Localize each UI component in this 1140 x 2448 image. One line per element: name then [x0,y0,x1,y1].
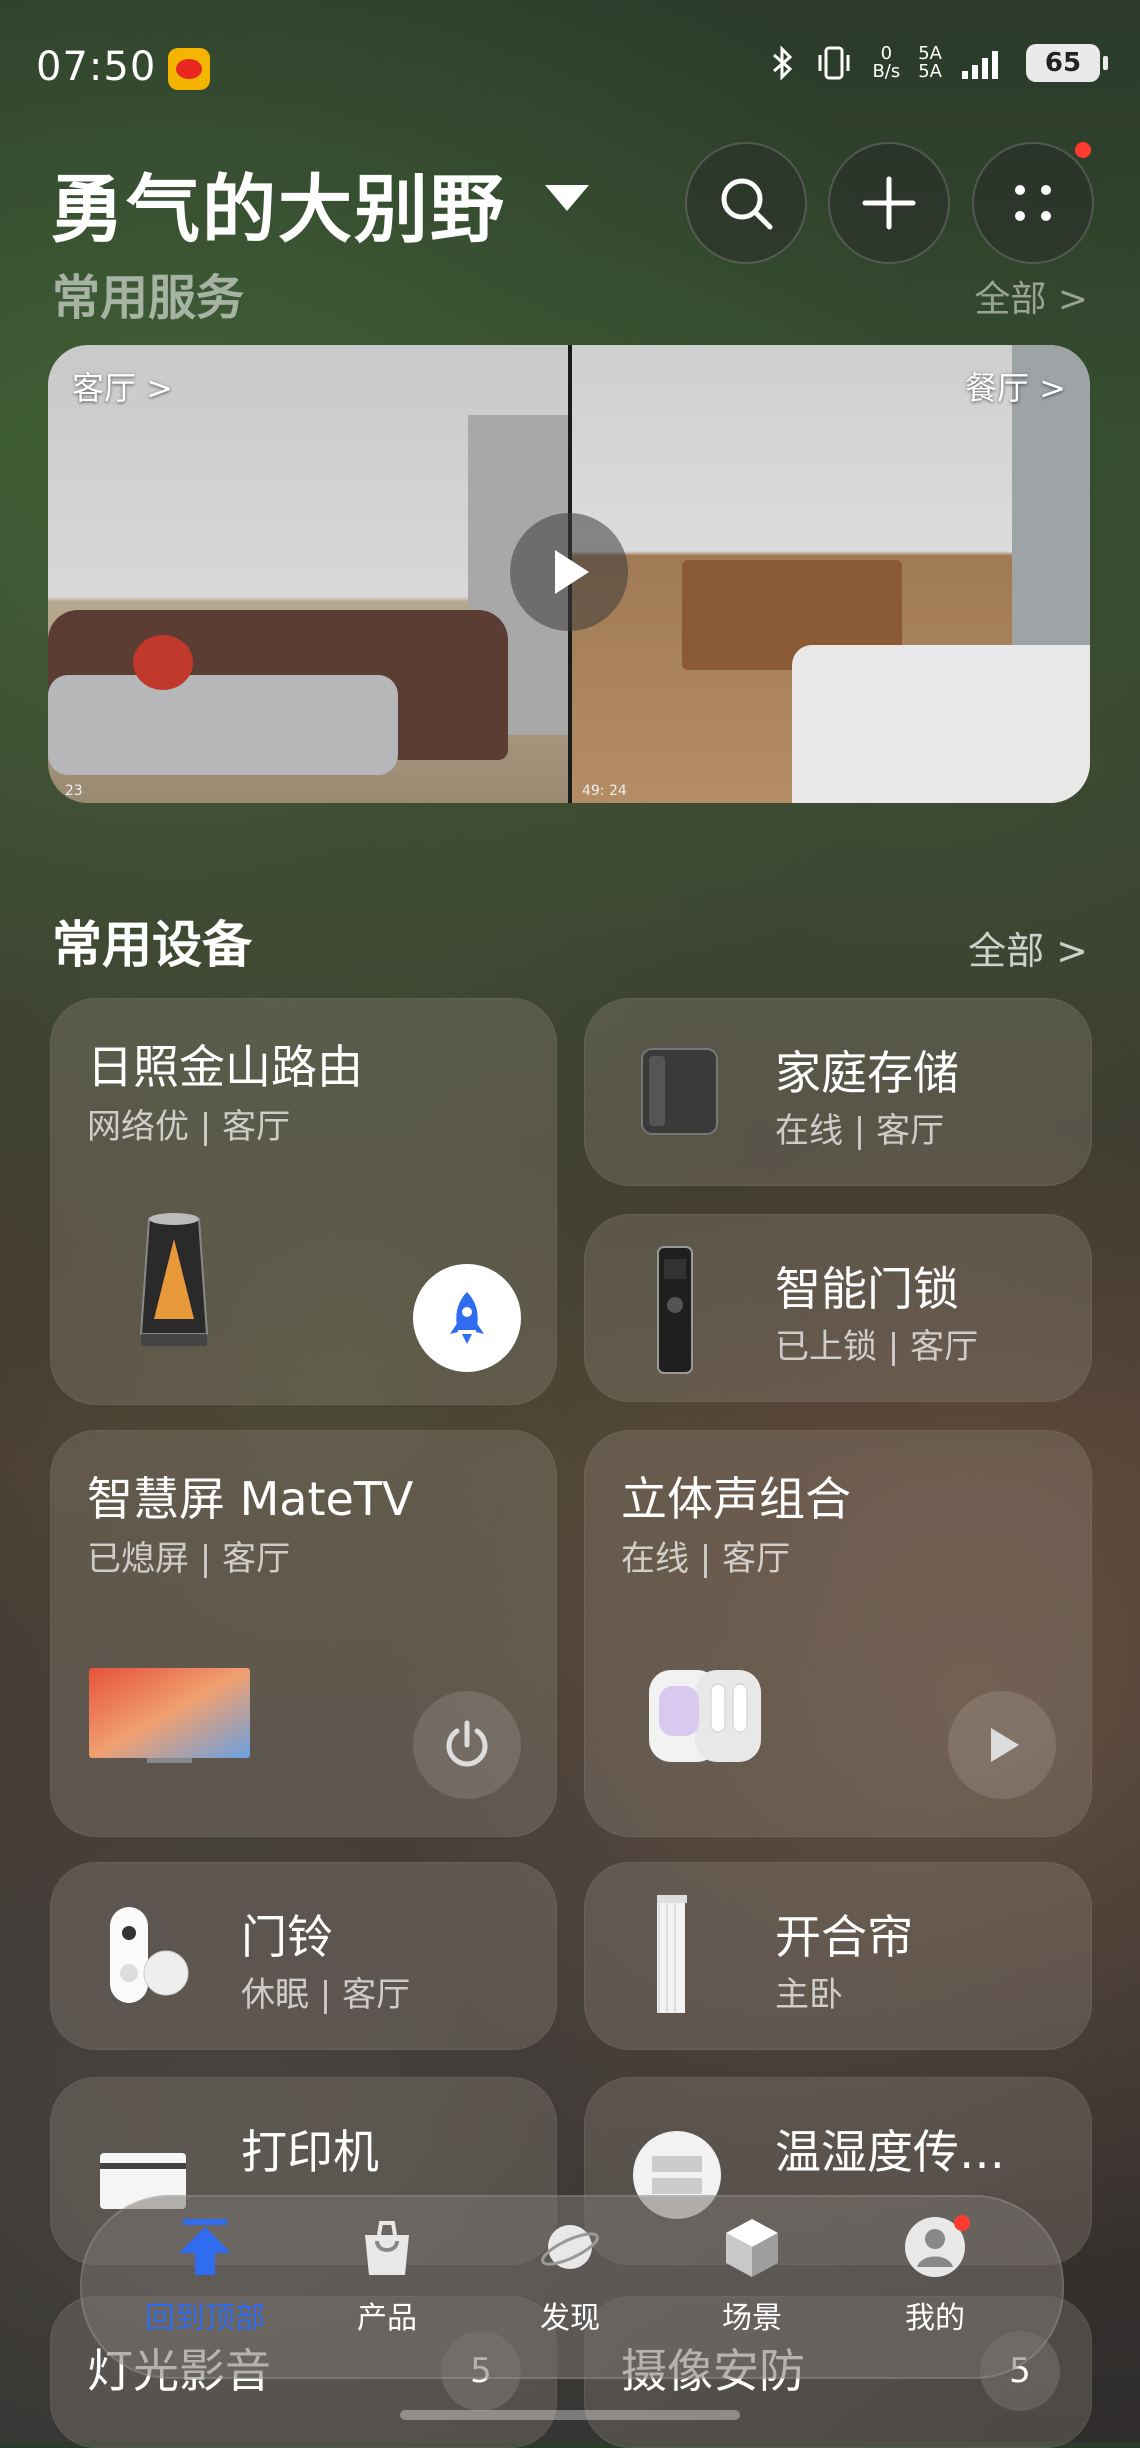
play-button[interactable] [510,513,628,631]
device-name: 温湿度传… [775,2125,1005,2179]
device-name: 智能门锁 [775,1262,959,1316]
device-card-curtain[interactable]: 开合帘 主卧 [584,1862,1092,2050]
device-name: 立体声组合 [621,1472,851,1526]
device-status: 在线 | 客厅 [621,1539,791,1579]
nav-me[interactable]: 我的 [855,2215,1015,2337]
plus-icon [862,176,916,230]
speaker-icon [649,1670,761,1762]
doorbell-icon [110,1907,189,2003]
camera-feed-dining-room[interactable]: 餐厅 > 49: 24 [572,345,1090,803]
device-card-lock[interactable]: 智能门锁 已上锁 | 客厅 [584,1214,1092,1402]
play-icon [555,550,589,594]
signal-labels: 5A 5A [918,43,942,82]
camera-preview[interactable]: 客厅 > . 23 餐厅 > 49: 24 [48,345,1090,803]
search-icon [721,178,773,230]
nav-products[interactable]: 产品 [307,2215,467,2337]
devices-title: 常用设备 [52,916,252,974]
grid-dots-icon [1015,185,1051,221]
device-card-doorbell[interactable]: 门铃 休眠 | 客厅 [50,1862,557,2050]
door-lock-icon [657,1246,693,1374]
nav-me-badge [954,2215,970,2231]
device-name: 家庭存储 [775,1046,959,1100]
play-icon [991,1728,1019,1762]
signal-icon [962,51,998,79]
router-lamp-icon [139,1213,209,1346]
device-card-stereo[interactable]: 立体声组合 在线 | 客厅 [584,1430,1092,1837]
weibo-icon [168,48,210,90]
camera-room-label[interactable]: 餐厅 > [965,363,1066,409]
stereo-play-button[interactable] [948,1691,1056,1799]
clock: 07:50 [36,44,157,90]
shopping-bag-icon [365,2221,409,2275]
status-icons: 0 B/s 5A 5A 65 [770,43,1108,82]
home-indicator[interactable] [400,2410,740,2420]
planet-icon [541,2225,599,2269]
device-status: 已熄屏 | 客厅 [87,1539,291,1579]
device-name: 门铃 [241,1910,333,1964]
devices-all-link[interactable]: 全部 > [968,920,1088,975]
status-bar: 07:50 0 B/s 5A 5A 65 [0,0,1140,140]
nav-back-to-top[interactable]: 回到顶部 [125,2215,285,2337]
device-name: 智慧屏 MateTV [87,1472,414,1526]
add-button[interactable] [828,142,950,264]
device-card-storage[interactable]: 家庭存储 在线 | 客厅 [584,998,1092,1186]
power-icon [446,1720,488,1767]
scene-table [792,645,1090,803]
device-name: 日照金山路由 [87,1040,363,1094]
camera-feed-living-room[interactable]: 客厅 > . 23 [48,345,568,803]
battery-icon: 65 [1026,44,1108,82]
net-speed: 0 B/s [872,43,901,82]
camera-timestamp: . 23 [56,783,83,799]
scene-pillow [133,635,193,690]
services-all-link[interactable]: 全部 > [974,270,1088,322]
home-selector-title[interactable]: 勇气的大别野 [50,150,506,257]
nav-scenes[interactable]: 场景 [672,2215,832,2337]
services-title: 常用服务 [52,270,245,326]
device-name: 打印机 [241,2125,379,2179]
camera-timestamp: 49: 24 [582,783,627,799]
notification-badge [1075,142,1091,158]
device-status: 在线 | 客厅 [775,1111,945,1151]
bottom-nav: 回到顶部 产品 发现 场景 我的 [80,2195,1064,2379]
device-status: 已上锁 | 客厅 [775,1327,979,1367]
camera-room-label[interactable]: 客厅 > [72,363,173,409]
scene-blanket [48,675,398,775]
nas-device-icon [641,1048,718,1135]
search-button[interactable] [685,142,807,264]
device-status: 主卧 [775,1975,843,2015]
rocket-icon [450,1292,484,1344]
device-name: 开合帘 [775,1910,913,1964]
more-button[interactable] [972,142,1094,264]
device-card-tv[interactable]: 智慧屏 MateTV 已熄屏 | 客厅 [50,1430,557,1837]
device-card-router[interactable]: 日照金山路由 网络优 | 客厅 [50,998,557,1405]
arrow-up-icon [179,2219,231,2275]
vibrate-icon [818,46,850,80]
device-status: 网络优 | 客厅 [87,1107,291,1147]
device-status: 休眠 | 客厅 [241,1975,411,2015]
boost-button[interactable] [413,1264,521,1372]
nav-discover[interactable]: 发现 [490,2215,650,2337]
home-dropdown-icon[interactable] [545,185,589,211]
bluetooth-icon [773,45,793,81]
tv-icon [89,1668,250,1763]
cube-icon [726,2219,778,2277]
curtain-icon [657,1895,687,2013]
power-button[interactable] [413,1691,521,1799]
